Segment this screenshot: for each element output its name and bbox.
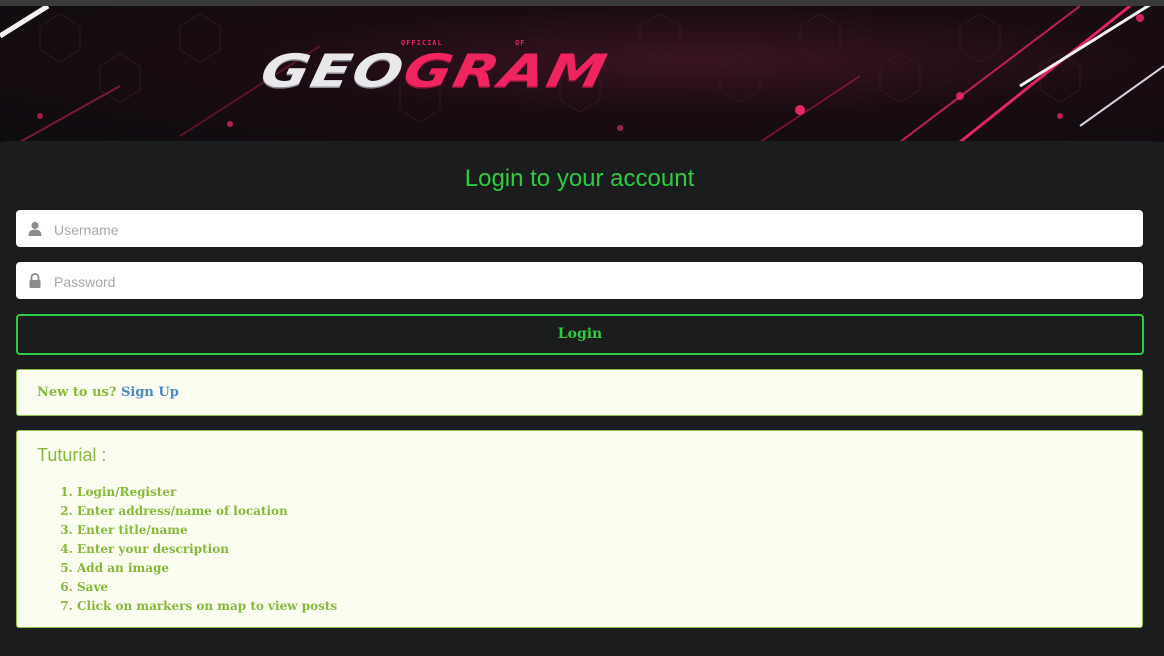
signup-prompt: New to us? [37, 385, 117, 400]
tutorial-box: Tuturial : Login/Register Enter address/… [16, 430, 1143, 628]
signup-link[interactable]: Sign Up [121, 385, 179, 400]
login-button[interactable]: Login [16, 314, 1144, 355]
logo-text-gram: GRAM [398, 44, 614, 98]
tutorial-step: Login/Register [77, 483, 337, 502]
password-field-wrapper [16, 262, 1143, 301]
login-heading: Login to your account [464, 165, 695, 192]
logo-text-geo: GEO [256, 44, 411, 98]
tutorial-step: Click on markers on map to view posts [77, 597, 337, 616]
tutorial-title: Tuturial : [37, 445, 107, 465]
tutorial-step: Save [77, 578, 337, 597]
signup-message: New to us? Sign Up [37, 385, 179, 400]
tutorial-step: Enter address/name of location [77, 502, 337, 521]
login-panel: Login to your account Login New to us? S… [2, 141, 1157, 656]
lock-icon [29, 273, 41, 288]
tutorial-step: Add an image [77, 559, 337, 578]
tutorial-steps-list: Login/Register Enter address/name of loc… [37, 483, 337, 616]
user-icon [28, 221, 42, 236]
tutorial-step: Enter title/name [77, 521, 337, 540]
password-input[interactable] [52, 262, 1136, 301]
tutorial-step: Enter your description [77, 540, 337, 559]
geogram-logo: GEOGRAM [256, 44, 613, 99]
username-field-wrapper [16, 210, 1143, 249]
username-input[interactable] [52, 210, 1136, 249]
signup-message-box: New to us? Sign Up [16, 369, 1143, 416]
header-banner: OFFICIAL OF GEOGRAM [0, 6, 1164, 142]
